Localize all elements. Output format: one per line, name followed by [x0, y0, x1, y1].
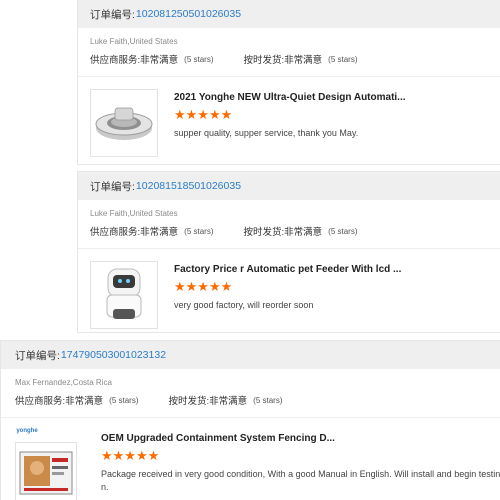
brand-logo: yonghe — [15, 428, 39, 435]
product-row: Factory Price r Automatic pet Feeder Wit… — [78, 249, 500, 332]
order-number-link[interactable]: 174790503001023132 — [61, 349, 166, 361]
review-text: very good factory, will reorder soon — [174, 300, 314, 310]
product-title[interactable]: 2021 Yonghe NEW Ultra-Quiet Design Autom… — [174, 92, 406, 103]
product-image[interactable] — [15, 442, 77, 500]
star-rating: ★★★★★ — [174, 279, 233, 294]
review-text-line2: n. — [101, 482, 109, 492]
supplier-service-label: 供应商服务: — [90, 227, 141, 238]
rating-row: 供应商服务: 非常满意 (5 stars) 按时发货: 非常满意 (5 star… — [15, 393, 497, 408]
supplier-service-value: 非常满意 — [140, 55, 179, 66]
supplier-service-stars: (5 stars) — [184, 226, 214, 236]
order-number-link[interactable]: 102081250501026035 — [136, 8, 241, 20]
rating-row: 供应商服务: 非常满意 (5 stars) 按时发货: 非常满意 (5 star… — [90, 224, 494, 239]
review-text-line1: Package received in very good condition,… — [101, 469, 500, 479]
order-card: 订单编号: 174790503001023132 Max Fernandez,C… — [0, 340, 500, 500]
product-title[interactable]: Factory Price r Automatic pet Feeder Wit… — [174, 264, 401, 275]
supplier-service-value: 非常满意 — [140, 227, 179, 238]
product-row: 2021 Yonghe NEW Ultra-Quiet Design Autom… — [78, 77, 500, 164]
shipping-value: 非常满意 — [209, 396, 248, 407]
product-image[interactable] — [90, 89, 158, 157]
supplier-service-label: 供应商服务: — [90, 55, 141, 66]
supplier-service-label: 供应商服务: — [15, 396, 66, 407]
shipping-value: 非常满意 — [284, 55, 323, 66]
fence-system-box-image — [19, 451, 73, 495]
buyer-name: Luke Faith,United States — [90, 37, 178, 46]
order-number-label: 订单编号: — [15, 349, 60, 362]
pet-bowl-image — [95, 107, 153, 140]
order-card: 订单编号: 102081250501026035 Luke Faith,Unit… — [77, 0, 500, 165]
order-header: 订单编号: 174790503001023132 — [1, 341, 500, 369]
star-rating: ★★★★★ — [101, 448, 160, 463]
product-title[interactable]: OEM Upgraded Containment System Fencing … — [101, 433, 500, 444]
shipping-value: 非常满意 — [284, 227, 323, 238]
star-rating: ★★★★★ — [174, 107, 233, 122]
order-number-link[interactable]: 102081518501026035 — [136, 180, 241, 192]
shipping-stars: (5 stars) — [253, 395, 283, 405]
order-header: 订单编号: 102081518501026035 — [78, 172, 500, 200]
review-text: Package received in very good condition,… — [101, 468, 500, 494]
supplier-service-stars: (5 stars) — [109, 395, 139, 405]
supplier-service-value: 非常满意 — [65, 396, 104, 407]
order-number-label: 订单编号: — [90, 180, 135, 193]
brand-logo-text: yonghe — [16, 428, 38, 434]
review-text: supper quality, supper service, thank yo… — [174, 128, 359, 138]
shipping-label: 按时发货: — [243, 55, 285, 66]
product-row: yonghe OEM Upgraded Containment System F… — [1, 418, 500, 500]
supplier-service-stars: (5 stars) — [184, 54, 214, 64]
shipping-stars: (5 stars) — [328, 54, 358, 64]
shipping-label: 按时发货: — [243, 227, 285, 238]
buyer-name: Max Fernandez,Costa Rica — [15, 378, 112, 387]
shipping-label: 按时发货: — [168, 396, 210, 407]
pet-feeder-image — [106, 268, 142, 319]
shipping-stars: (5 stars) — [328, 226, 358, 236]
product-image[interactable] — [90, 261, 158, 329]
order-card: 订单编号: 102081518501026035 Luke Faith,Unit… — [77, 171, 500, 333]
order-header: 订单编号: 102081250501026035 — [78, 0, 500, 28]
buyer-name: Luke Faith,United States — [90, 209, 178, 218]
rating-row: 供应商服务: 非常满意 (5 stars) 按时发货: 非常满意 (5 star… — [90, 52, 494, 67]
order-number-label: 订单编号: — [90, 8, 135, 21]
